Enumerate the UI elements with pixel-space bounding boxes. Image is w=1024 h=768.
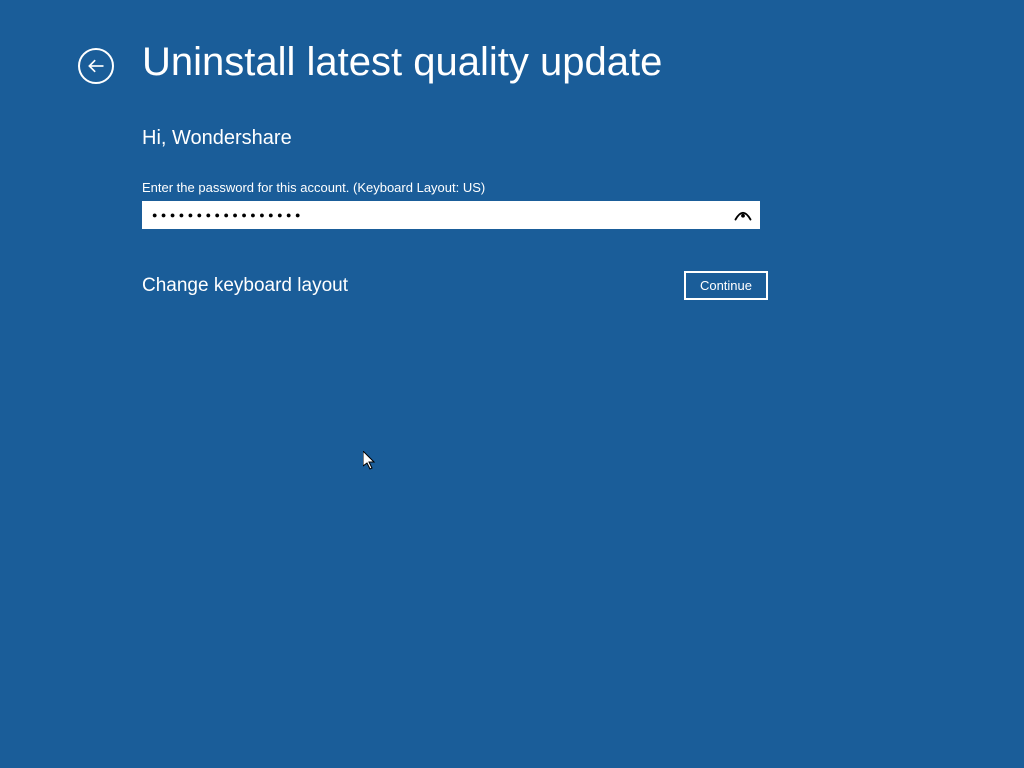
reveal-password-button[interactable] [734,209,752,221]
page-title: Uninstall latest quality update [142,40,662,85]
password-field[interactable]: ●●●●●●●●●●●●●●●●● [142,201,760,229]
greeting-text: Hi, Wondershare [142,127,770,150]
change-keyboard-layout-link[interactable]: Change keyboard layout [142,275,348,297]
mouse-cursor-icon [363,451,379,476]
back-arrow-icon [86,56,106,76]
eye-reveal-icon [734,209,752,221]
instruction-text: Enter the password for this account. (Ke… [142,180,770,195]
continue-button[interactable]: Continue [684,271,768,300]
back-button[interactable] [78,48,114,84]
password-value: ●●●●●●●●●●●●●●●●● [142,201,304,229]
